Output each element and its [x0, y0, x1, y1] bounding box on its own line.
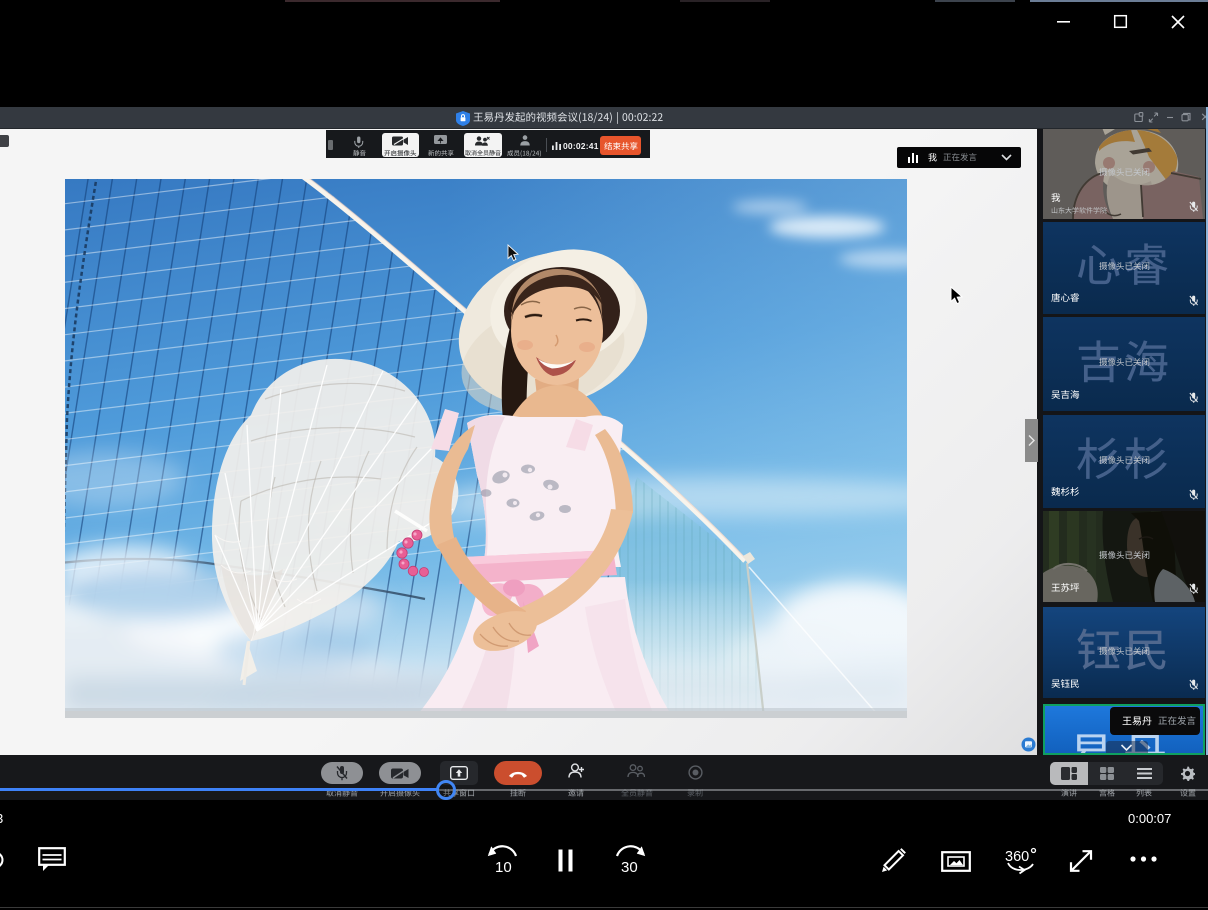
svg-text:360: 360	[1005, 849, 1029, 865]
svg-text:10: 10	[495, 859, 512, 875]
svg-text:30: 30	[621, 859, 638, 875]
